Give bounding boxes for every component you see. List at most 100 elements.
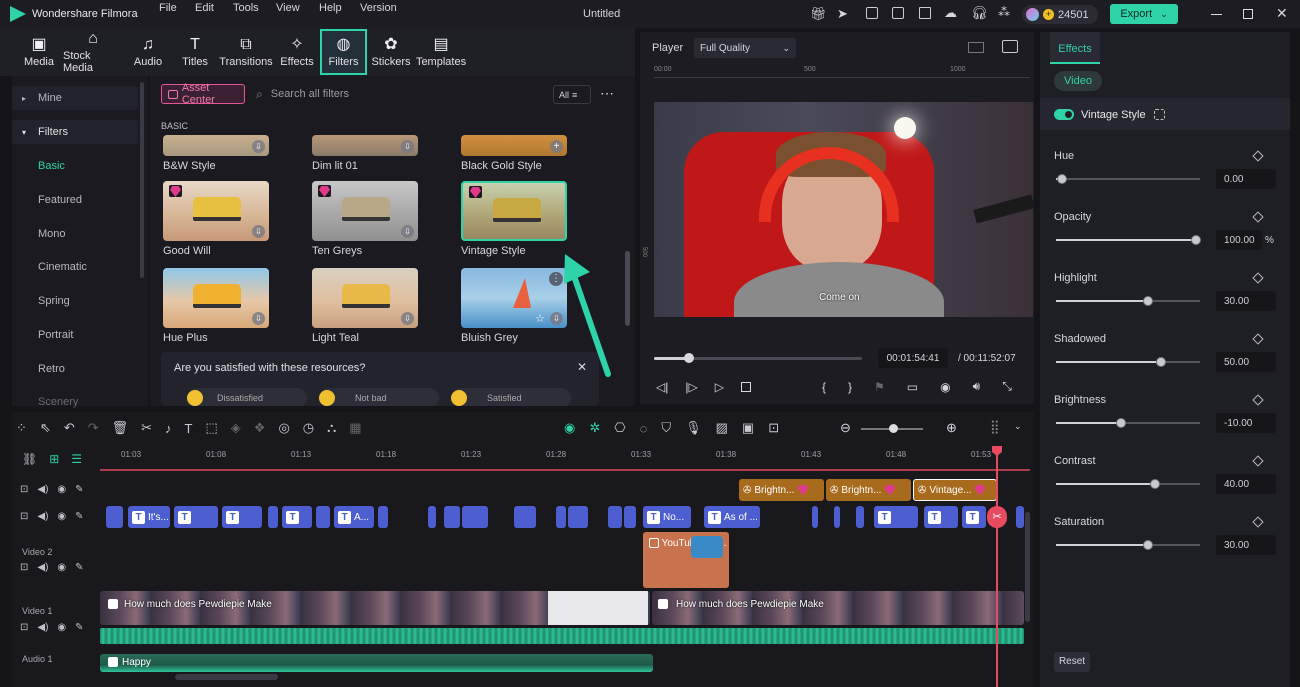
filter-thumb-light-teal[interactable]: ⇩ [312, 268, 418, 328]
survey-option-satisfied[interactable]: Satisfied [451, 388, 571, 406]
title-clip[interactable] [1016, 506, 1024, 528]
camera-record-icon[interactable]: ⎔ [614, 420, 625, 436]
download-icon[interactable]: ⇩ [401, 225, 414, 238]
tab-media[interactable]: ▣ Media [20, 28, 58, 76]
saturation-slider[interactable] [1056, 540, 1200, 550]
zoom-out-icon[interactable]: ⊖ [840, 420, 851, 436]
ai-tools-icon[interactable]: ◎ [278, 420, 289, 436]
nav-portrait[interactable]: Portrait [12, 323, 138, 347]
save-icon[interactable] [919, 7, 931, 19]
tab-templates[interactable]: ▤ Templates [416, 28, 466, 76]
title-clip[interactable] [462, 506, 488, 528]
tab-effects[interactable]: ✧ Effects [279, 28, 315, 76]
keyframe-diamond-icon[interactable] [1252, 333, 1264, 345]
keyframe-diamond-icon[interactable] [1252, 455, 1264, 467]
close-icon[interactable]: ✕ [1276, 5, 1288, 22]
fx-clip-vintage[interactable]: ✇ Vintage... [913, 479, 997, 501]
shadowed-value[interactable]: 50.00 [1216, 352, 1276, 372]
opacity-slider[interactable] [1056, 235, 1201, 245]
display-icon[interactable] [892, 7, 904, 19]
title-clip[interactable]: T It's... [128, 506, 170, 528]
gift-icon[interactable]: 🎁︎ [810, 6, 827, 22]
brightness-slider[interactable] [1056, 418, 1200, 428]
credits-badge[interactable]: + 24501 [1022, 5, 1098, 24]
fit-icon[interactable]: ⊡ [768, 420, 779, 436]
effect-settings-icon[interactable] [1154, 109, 1165, 120]
nav-scenery[interactable]: Scenery [12, 390, 138, 414]
add-track-icon[interactable]: ⊞ [49, 452, 59, 466]
lock-icon[interactable]: ⊡ [20, 511, 28, 522]
keyframe-diamond-icon[interactable] [1252, 272, 1264, 284]
title-clip[interactable] [268, 506, 278, 528]
track-manager-icon[interactable]: ☰ [71, 452, 82, 466]
mute-icon[interactable]: ◀) [37, 622, 48, 633]
visibility-eye-icon[interactable]: ◉ [57, 511, 66, 522]
hide-icon[interactable]: ✎ [75, 511, 83, 522]
overlay-clip[interactable]: YouTube Tre... [643, 532, 729, 588]
title-clip[interactable] [316, 506, 330, 528]
filter-thumb-bluish-grey[interactable]: ⋮ ☆ ⇩ [461, 268, 567, 328]
add-icon[interactable]: + [550, 140, 563, 153]
mask-icon[interactable]: ◈ [231, 420, 241, 436]
survey-option-dissatisfied[interactable]: Dissatisfied [187, 388, 307, 406]
tab-stock-media[interactable]: ⌂ Stock Media [63, 28, 123, 76]
keyframe-diamond-icon[interactable] [1252, 150, 1264, 162]
monitor-icon[interactable]: ▭ [907, 380, 918, 394]
play-icon[interactable]: ▷ [715, 380, 724, 394]
hide-icon[interactable]: ✎ [75, 622, 83, 633]
hue-value[interactable]: 0.00 [1216, 169, 1276, 189]
audio-clip[interactable]: Happy [100, 654, 653, 672]
image-icon[interactable]: ▨ [716, 420, 728, 436]
lock-icon[interactable]: ⊡ [20, 562, 28, 573]
speed-timer-icon[interactable]: ◷ [303, 420, 314, 436]
timeline-ruler[interactable]: 01:03 01:08 01:13 01:18 01:23 01:28 01:3… [100, 446, 1030, 470]
fullscreen-icon[interactable]: ⤡ [1002, 379, 1012, 394]
timeline-h-scrollbar[interactable] [175, 674, 278, 680]
keyframe-diamond-icon[interactable] [1252, 211, 1264, 223]
menu-edit[interactable]: Edit [195, 2, 214, 14]
reset-button[interactable]: Reset [1054, 652, 1090, 672]
restore-icon[interactable] [1243, 9, 1253, 19]
title-clip[interactable] [556, 506, 566, 528]
hide-icon[interactable]: ✎ [75, 562, 83, 573]
slider-knob[interactable] [1190, 235, 1201, 245]
keyframe-diamond-icon[interactable] [1252, 516, 1264, 528]
hue-slider[interactable] [1056, 174, 1200, 184]
title-clip[interactable]: T [924, 506, 958, 528]
title-clip[interactable] [428, 506, 436, 528]
nav-spring[interactable]: Spring [12, 289, 138, 313]
tab-stickers[interactable]: ✿ Stickers [371, 28, 410, 76]
crop-icon[interactable]: ⬚ [206, 420, 218, 436]
slider-knob[interactable] [1156, 357, 1167, 367]
playback-progress[interactable] [654, 353, 862, 363]
filter-thumb-black-gold[interactable]: + [461, 135, 567, 156]
slider-knob[interactable] [1056, 174, 1067, 184]
download-icon[interactable]: ⇩ [252, 312, 265, 325]
menu-version[interactable]: Version [360, 2, 397, 14]
slider-knob[interactable] [1143, 296, 1154, 306]
delete-icon[interactable]: 🗑︎ [112, 420, 129, 436]
assets-scrollbar[interactable] [625, 251, 630, 326]
search-input[interactable]: Search all filters [271, 88, 349, 100]
visibility-eye-icon[interactable]: ◉ [57, 484, 66, 495]
keyframe-diamond-icon[interactable] [1252, 394, 1264, 406]
more-options-icon[interactable]: ⋯ [600, 85, 615, 102]
step-back-icon[interactable]: ◁| [656, 380, 668, 394]
mute-icon[interactable]: ◀) [37, 484, 48, 495]
layout-grid-icon[interactable]: ⁘ [16, 420, 27, 436]
contrast-value[interactable]: 40.00 [1216, 474, 1276, 494]
menu-help[interactable]: Help [319, 2, 342, 14]
zoom-in-icon[interactable]: ⊕ [946, 420, 957, 436]
download-icon[interactable]: ⇩ [252, 140, 265, 153]
minimize-icon[interactable] [1211, 14, 1222, 15]
tab-transitions[interactable]: ⧉ Transitions [219, 28, 273, 76]
menu-tools[interactable]: Tools [233, 2, 259, 14]
nav-filters[interactable]: ▾ Filters [12, 120, 138, 144]
title-clip[interactable]: T [874, 506, 918, 528]
nav-cinematic[interactable]: Cinematic [12, 255, 138, 279]
title-clip[interactable]: T [962, 506, 986, 528]
slider-knob[interactable] [1143, 540, 1154, 550]
nav-featured[interactable]: Featured [12, 188, 138, 212]
title-clip[interactable] [444, 506, 460, 528]
send-icon[interactable]: ➤ [837, 6, 848, 22]
